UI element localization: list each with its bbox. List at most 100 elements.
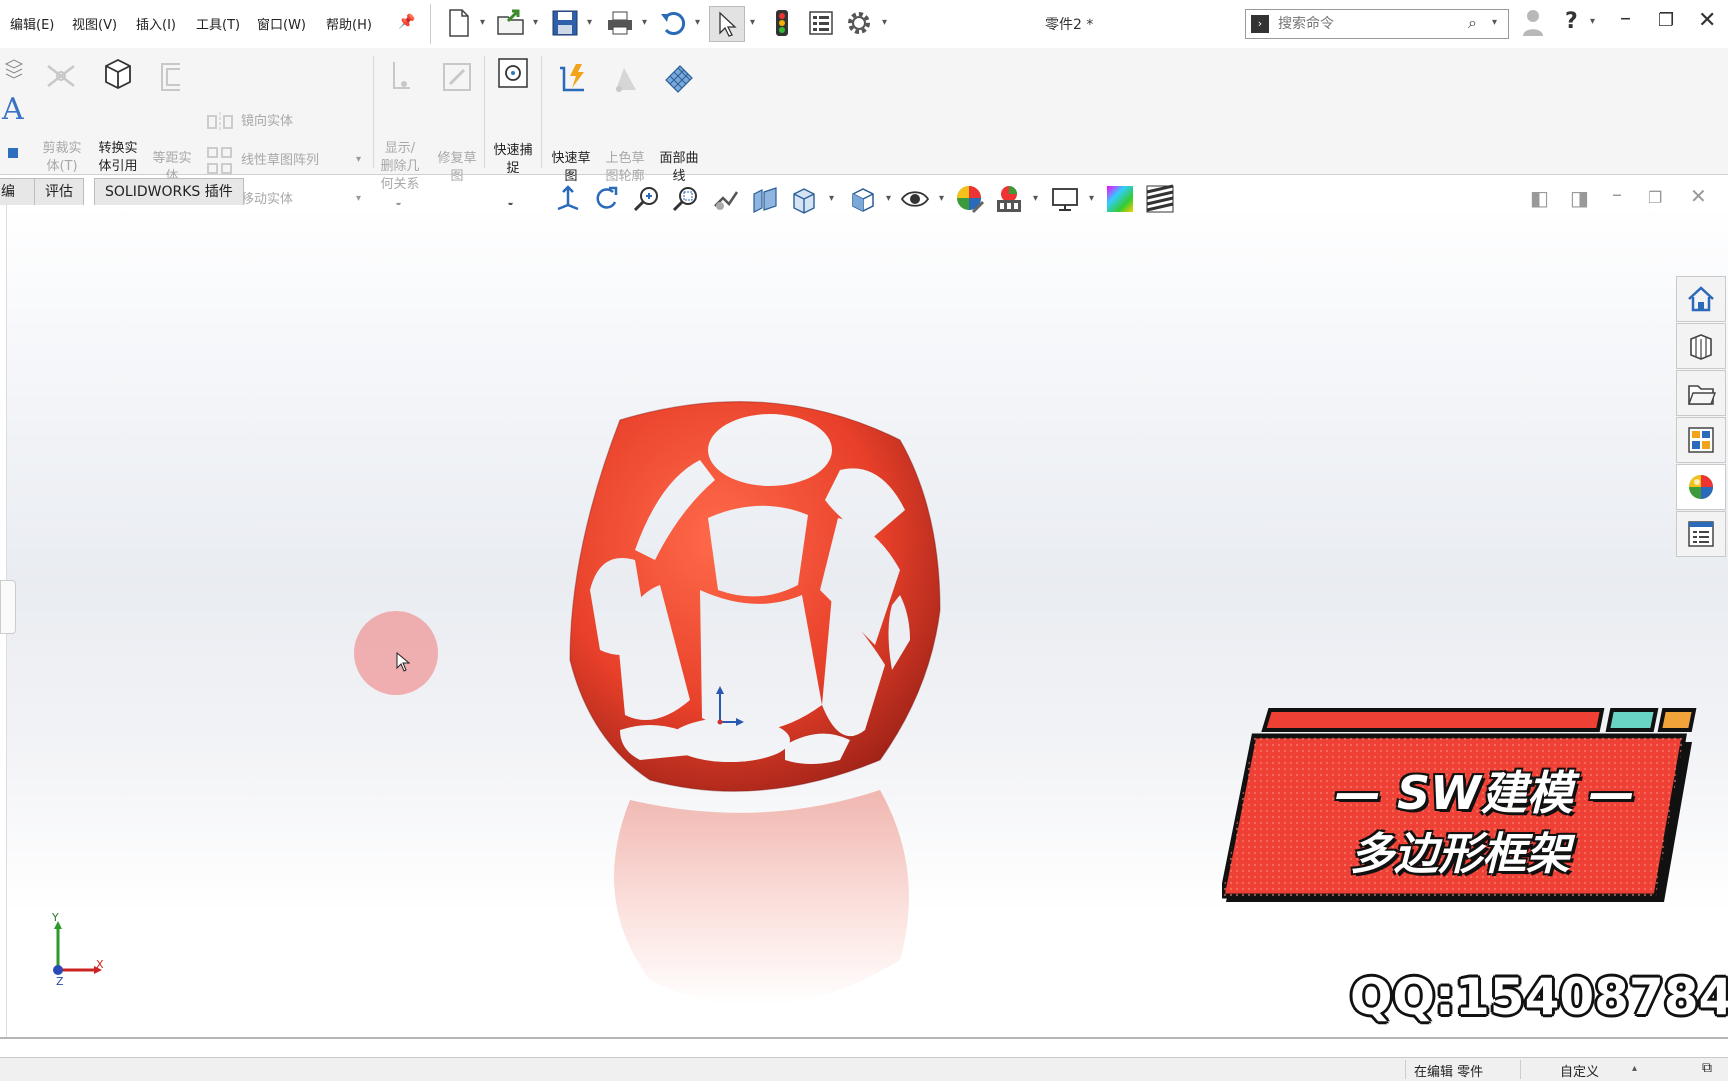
tab-edit[interactable]: 编辑 <box>0 178 36 226</box>
section-view-icon[interactable] <box>750 184 780 214</box>
new-document-icon[interactable] <box>442 6 476 40</box>
sketch-stack-icon[interactable] <box>4 58 24 80</box>
chevron-down-icon[interactable]: ▾ <box>829 193 834 204</box>
chevron-down-icon[interactable]: ▾ <box>356 154 361 165</box>
chevron-down-icon[interactable]: ▾ <box>480 17 485 28</box>
viewport-minimize-icon[interactable]: – <box>1612 182 1622 206</box>
banner-title: — SW建模 — <box>1335 766 1635 820</box>
save-icon[interactable] <box>548 6 582 40</box>
options-gear-icon[interactable] <box>842 6 876 40</box>
minimize-icon[interactable]: – <box>1620 6 1631 31</box>
help-icon[interactable]: ? <box>1565 9 1578 34</box>
chevron-down-icon[interactable]: ▾ <box>695 17 700 28</box>
split-left-icon[interactable]: ◧ <box>1530 186 1549 210</box>
display-relations-icon[interactable] <box>384 60 414 94</box>
search-input[interactable] <box>1276 12 1470 36</box>
file-properties-icon[interactable] <box>804 6 838 40</box>
convert-entities-label[interactable]: 转换实 体引用 <box>90 140 146 176</box>
restore-icon[interactable]: ❐ <box>1658 10 1674 31</box>
view-palette-icon[interactable] <box>1676 417 1726 463</box>
display-relations-label[interactable]: 显示/ 删除几 何关系 <box>374 140 426 194</box>
appearances-scenes-icon[interactable] <box>1676 464 1726 510</box>
zebra-stripes-icon[interactable] <box>1145 184 1175 214</box>
view-orientation-icon[interactable] <box>553 184 583 214</box>
chevron-down-icon[interactable]: ▾ <box>356 193 361 204</box>
small-square-icon[interactable] <box>8 148 18 158</box>
face-curves-icon[interactable] <box>662 62 696 96</box>
file-explorer-icon[interactable] <box>1676 370 1726 416</box>
open-document-icon[interactable] <box>494 6 528 40</box>
offset-entities-icon[interactable] <box>156 60 186 94</box>
chevron-down-icon[interactable]: ▾ <box>886 193 891 204</box>
rapid-sketch-icon[interactable] <box>556 62 590 96</box>
dynamic-annotation-views-icon[interactable] <box>790 184 820 214</box>
chevron-down-icon[interactable]: ▾ <box>533 17 538 28</box>
text-icon[interactable]: A <box>2 92 24 127</box>
contact-qq: QQ:154087840 <box>1350 968 1728 1026</box>
split-right-icon[interactable]: ◨ <box>1570 186 1589 210</box>
zoom-to-fit-icon[interactable] <box>632 184 662 214</box>
status-customize[interactable]: 自定义 <box>1560 1061 1599 1080</box>
panel-collapse-handle[interactable] <box>0 580 16 634</box>
chevron-down-icon[interactable]: ▾ <box>882 17 887 28</box>
tab-evaluate[interactable]: 评估 <box>34 178 84 206</box>
face-curves-label[interactable]: 面部曲 线 <box>652 150 706 186</box>
custom-properties-icon[interactable] <box>1676 511 1726 557</box>
chevron-down-icon[interactable]: ▾ <box>1089 193 1094 204</box>
repair-sketch-label[interactable]: 修复草 图 <box>430 150 484 186</box>
close-icon[interactable]: ✕ <box>1698 8 1716 33</box>
edit-appearance-icon[interactable] <box>955 184 985 214</box>
chevron-down-icon[interactable]: ▾ <box>1492 17 1497 28</box>
rapid-sketch-label[interactable]: 快速草 图 <box>544 150 598 186</box>
mirror-entities-icon[interactable] <box>206 110 234 134</box>
solidworks-resources-icon[interactable] <box>1676 276 1726 322</box>
chevron-up-icon[interactable]: ▴ <box>1632 1063 1637 1074</box>
search-box[interactable]: › ⌕ ▾ <box>1245 9 1509 39</box>
separator <box>541 56 542 168</box>
trim-entities-label[interactable]: 剪裁实 体(T) <box>36 140 88 176</box>
shaded-sketch-contours-icon[interactable] <box>608 62 642 96</box>
chevron-down-icon[interactable]: ▾ <box>939 193 944 204</box>
view-settings-icon[interactable] <box>1050 184 1080 214</box>
tab-solidworks-addins[interactable]: SOLIDWORKS 插件 <box>94 178 244 206</box>
menu-edit[interactable]: 编辑(E) <box>10 14 54 33</box>
quick-snaps-icon[interactable] <box>496 56 530 90</box>
pin-icon[interactable]: 📌 <box>398 14 415 30</box>
search-icon[interactable]: ⌕ <box>1468 13 1477 33</box>
trim-entities-icon[interactable] <box>44 58 78 92</box>
rotate-view-icon[interactable] <box>591 184 621 214</box>
user-icon[interactable] <box>1522 8 1544 38</box>
linear-pattern-icon[interactable] <box>206 146 234 176</box>
chevron-down-icon[interactable]: ▾ <box>1033 193 1038 204</box>
previous-view-icon[interactable] <box>711 184 741 214</box>
mirror-entities-label[interactable]: 镜向实体 <box>241 113 293 131</box>
print-icon[interactable] <box>603 6 637 40</box>
polygon-frame-model[interactable] <box>540 400 1040 1050</box>
menu-view[interactable]: 视图(V) <box>72 14 117 33</box>
chevron-down-icon[interactable]: ▾ <box>1590 16 1595 27</box>
quick-snaps-label[interactable]: 快速捕 捉 <box>486 142 540 178</box>
zoom-to-area-icon[interactable] <box>671 184 701 214</box>
menu-window[interactable]: 窗口(W) <box>257 14 306 33</box>
chevron-down-icon[interactable]: ▾ <box>750 17 755 28</box>
linear-pattern-label[interactable]: 线性草图阵列 <box>241 152 319 170</box>
viewport-restore-icon[interactable]: ❐ <box>1648 188 1662 207</box>
chevron-down-icon[interactable]: ▾ <box>642 17 647 28</box>
rebuild-status-icon[interactable]: ⧉ <box>1702 1060 1712 1076</box>
menu-help[interactable]: 帮助(H) <box>326 14 372 33</box>
design-library-icon[interactable] <box>1676 323 1726 369</box>
repair-sketch-icon[interactable] <box>440 60 474 94</box>
chevron-down-icon[interactable]: ▾ <box>587 17 592 28</box>
select-cursor-icon[interactable] <box>709 6 745 42</box>
menu-insert[interactable]: 插入(I) <box>136 14 176 33</box>
convert-entities-icon[interactable] <box>100 56 136 92</box>
apply-scene-icon[interactable] <box>994 184 1024 214</box>
hide-show-items-icon[interactable] <box>900 184 930 214</box>
viewport-close-icon[interactable]: ✕ <box>1690 184 1707 208</box>
rebuild-traffic-light-icon[interactable] <box>765 6 799 40</box>
view-orientation-cube-icon[interactable] <box>848 184 878 214</box>
undo-icon[interactable] <box>656 6 690 40</box>
realview-graphics-icon[interactable] <box>1105 184 1135 214</box>
menu-tools[interactable]: 工具(T) <box>196 14 240 33</box>
shaded-sketch-contours-label[interactable]: 上色草 图轮廓 <box>598 150 652 186</box>
